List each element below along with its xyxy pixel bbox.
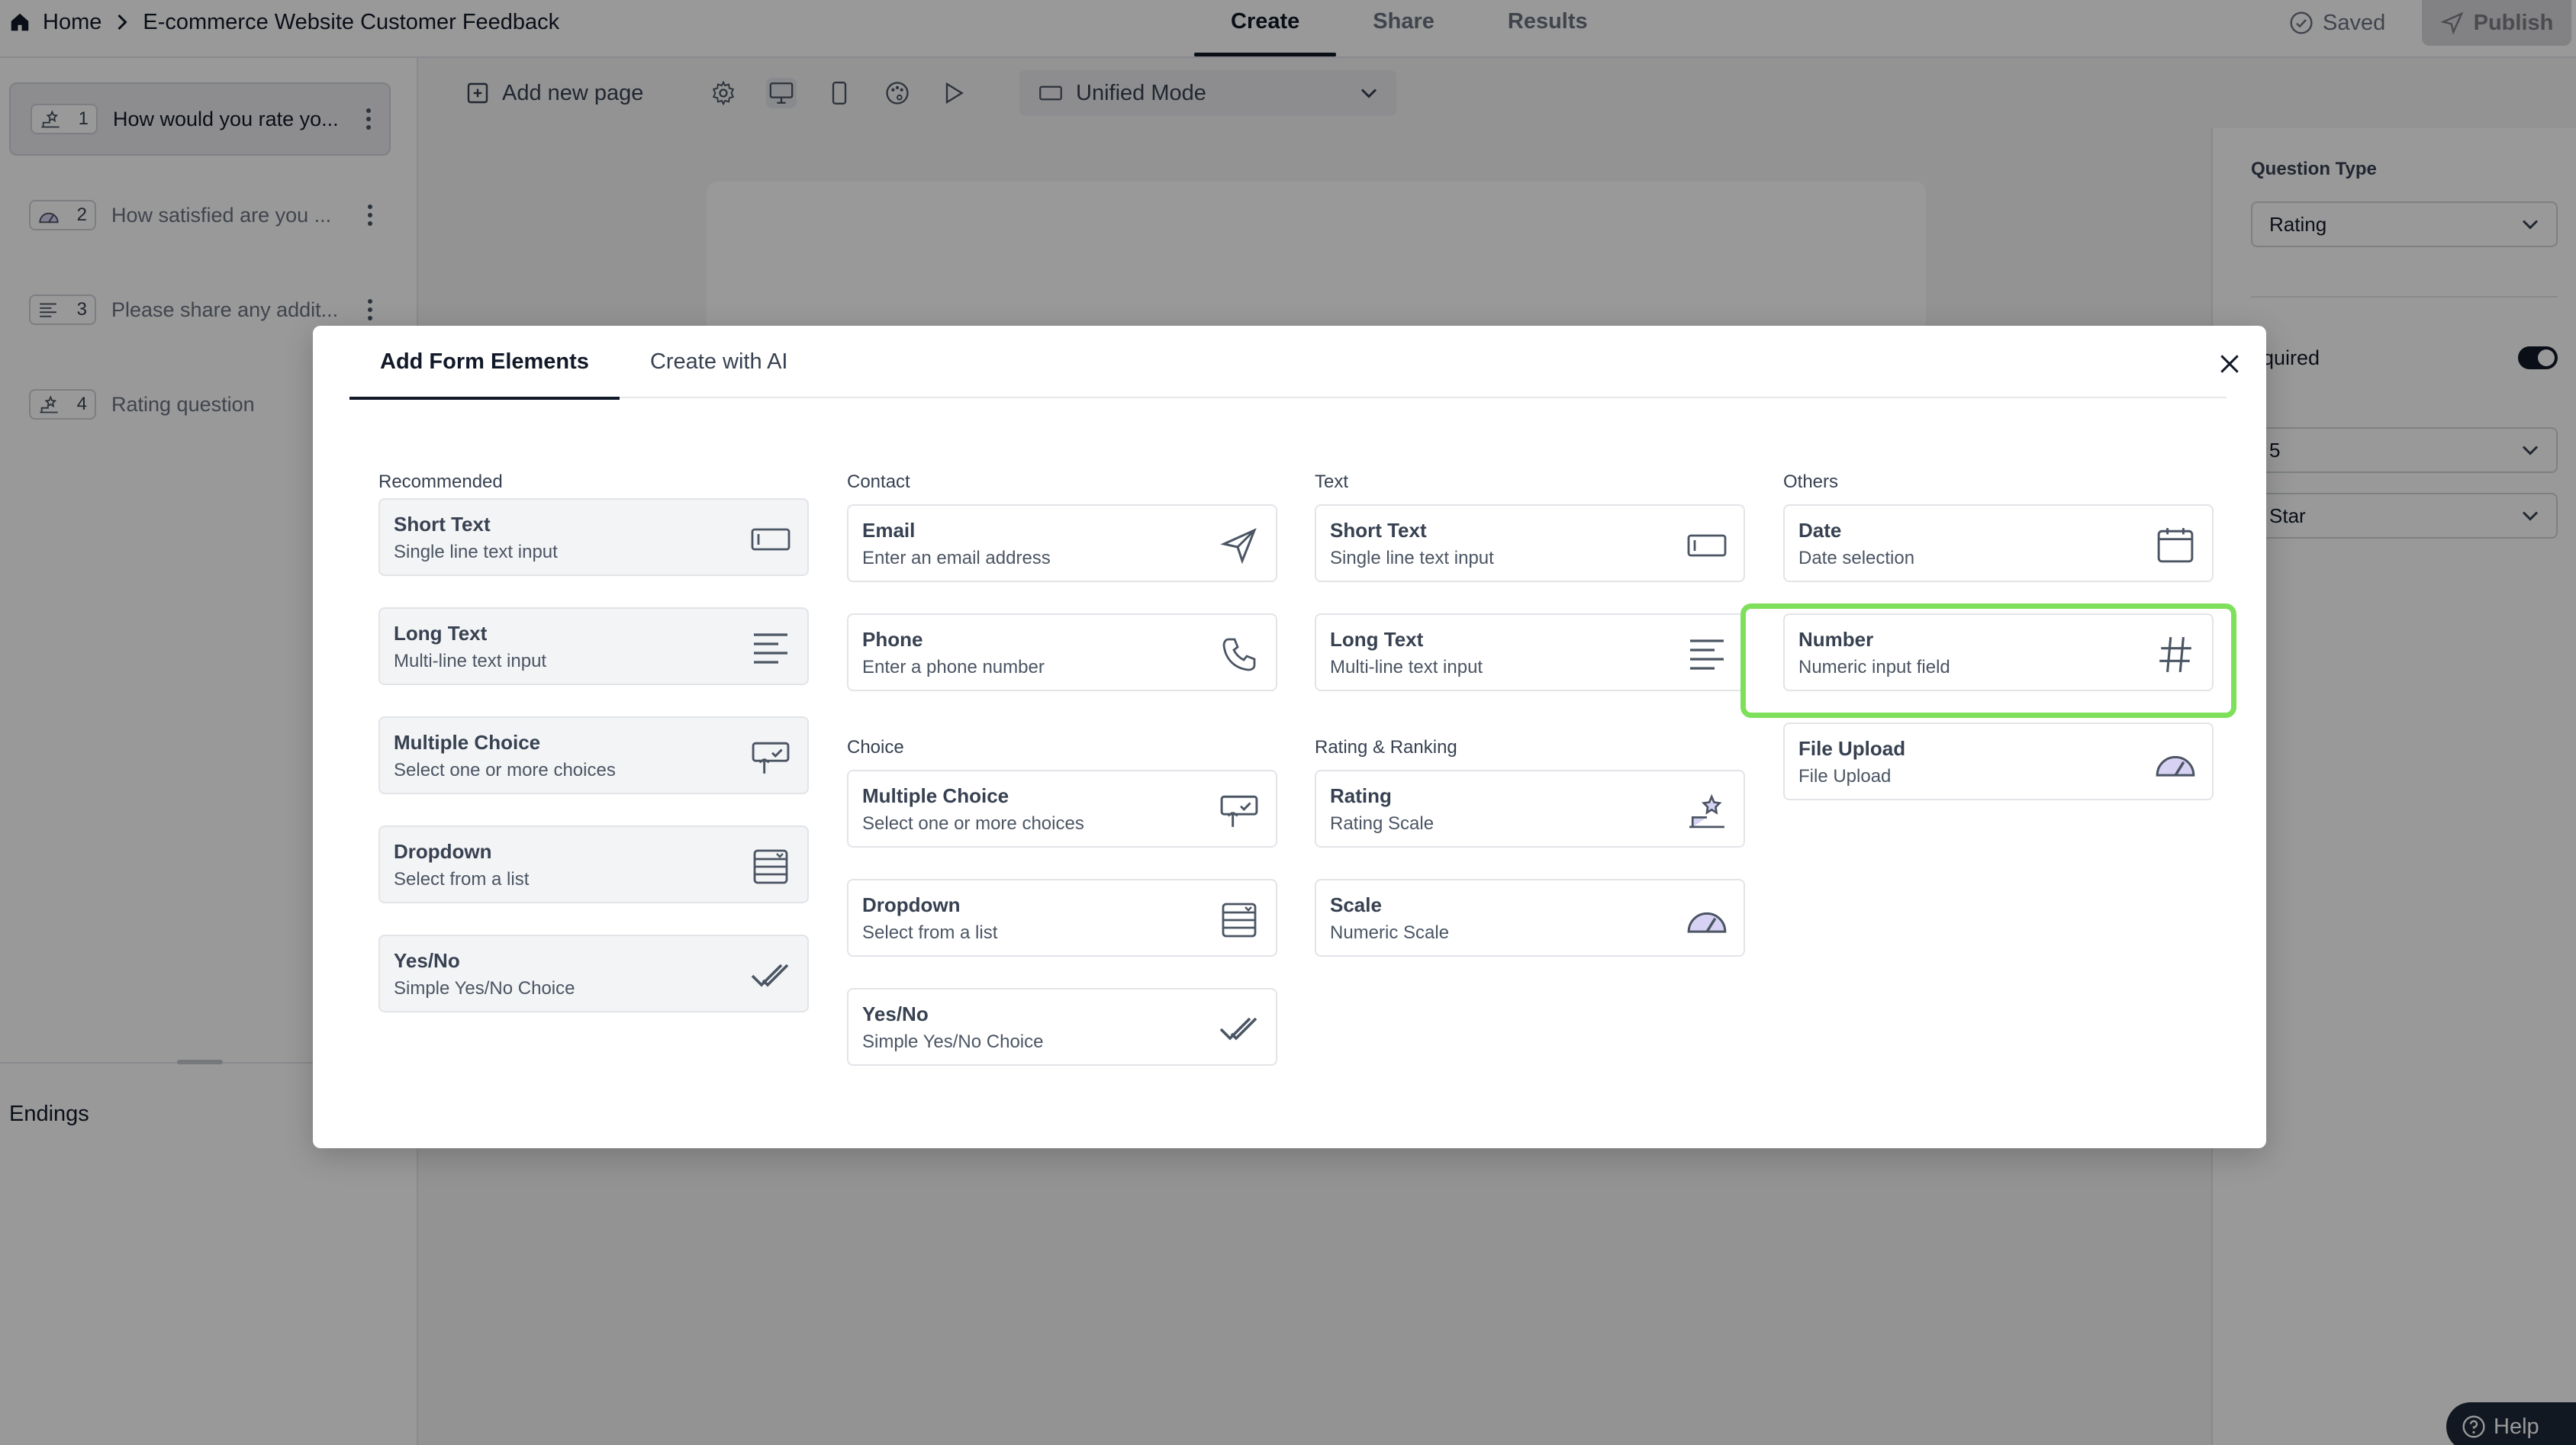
element-desc: Simple Yes/No Choice bbox=[862, 1031, 1044, 1052]
short-text-icon bbox=[1687, 526, 1727, 565]
column-title: Text bbox=[1315, 471, 1349, 492]
element-desc: Enter a phone number bbox=[862, 657, 1045, 677]
multiple-choice-icon bbox=[1219, 791, 1259, 831]
element-multiple-choice[interactable]: Multiple Choice Select one or more choic… bbox=[847, 770, 1277, 848]
element-title: Long Text bbox=[1330, 628, 1424, 651]
column-text: Text Short Text Single line text input L… bbox=[1315, 471, 1745, 957]
column-contact: Contact Email Enter an email address Pho… bbox=[847, 471, 1277, 1066]
element-title: Phone bbox=[862, 628, 923, 651]
element-title: Yes/No bbox=[862, 1002, 929, 1025]
email-icon bbox=[1219, 526, 1259, 565]
tab-create-with-ai[interactable]: Create with AI bbox=[620, 326, 819, 398]
scale-icon bbox=[2156, 744, 2195, 784]
element-desc: Enter an email address bbox=[862, 548, 1051, 568]
phone-icon bbox=[1219, 635, 1259, 674]
element-title: Multiple Choice bbox=[862, 784, 1009, 807]
column-title: Others bbox=[1783, 471, 1839, 492]
element-email[interactable]: Email Enter an email address bbox=[847, 504, 1277, 582]
element-date[interactable]: Date Date selection bbox=[1783, 504, 2214, 582]
element-scale[interactable]: Scale Numeric Scale bbox=[1315, 879, 1745, 957]
element-title: Multiple Choice bbox=[394, 731, 541, 754]
element-desc: Select one or more choices bbox=[394, 760, 616, 780]
element-title: Rating bbox=[1330, 784, 1392, 807]
calendar-icon bbox=[2156, 526, 2195, 565]
element-title: Email bbox=[862, 519, 916, 542]
element-long-text[interactable]: Long Text Multi-line text input bbox=[378, 607, 809, 685]
element-desc: Select one or more choices bbox=[862, 813, 1084, 834]
element-title: Yes/No bbox=[394, 949, 460, 972]
element-desc: Date selection bbox=[1798, 548, 1915, 568]
element-title: File Upload bbox=[1798, 737, 1906, 760]
element-dropdown[interactable]: Dropdown Select from a list bbox=[378, 825, 809, 903]
element-desc: Single line text input bbox=[1330, 548, 1494, 568]
long-text-icon bbox=[751, 629, 791, 668]
element-desc: File Upload bbox=[1798, 766, 1892, 787]
element-phone[interactable]: Phone Enter a phone number bbox=[847, 613, 1277, 691]
column-title: Contact bbox=[847, 471, 910, 492]
element-desc: Numeric Scale bbox=[1330, 922, 1450, 943]
column-others: Others Date Date selection Number Numeri… bbox=[1783, 471, 2214, 800]
element-title: Scale bbox=[1330, 893, 1382, 916]
element-desc: Multi-line text input bbox=[394, 651, 547, 671]
short-text-icon bbox=[751, 520, 791, 559]
tab-add-form-elements[interactable]: Add Form Elements bbox=[349, 326, 620, 400]
element-desc: Simple Yes/No Choice bbox=[394, 978, 575, 999]
multiple-choice-icon bbox=[751, 738, 791, 777]
element-dropdown[interactable]: Dropdown Select from a list bbox=[847, 879, 1277, 957]
long-text-icon bbox=[1687, 635, 1727, 674]
element-title: Long Text bbox=[394, 622, 488, 645]
element-title: Dropdown bbox=[862, 893, 961, 916]
element-short-text[interactable]: Short Text Single line text input bbox=[1315, 504, 1745, 582]
element-title: Date bbox=[1798, 519, 1842, 542]
scale-icon bbox=[1687, 900, 1727, 940]
column-subtitle: Choice bbox=[847, 737, 904, 758]
add-elements-modal: Add Form Elements Create with AI Recomme… bbox=[313, 326, 2266, 1148]
element-rating[interactable]: Rating Rating Scale bbox=[1315, 770, 1745, 848]
element-short-text[interactable]: Short Text Single line text input bbox=[378, 498, 809, 576]
column-title: Recommended bbox=[378, 471, 503, 492]
element-desc: Select from a list bbox=[394, 869, 530, 890]
rating-icon bbox=[1687, 791, 1727, 831]
element-desc: Multi-line text input bbox=[1330, 657, 1483, 677]
element-long-text[interactable]: Long Text Multi-line text input bbox=[1315, 613, 1745, 691]
column-recommended: Recommended Short Text Single line text … bbox=[378, 471, 809, 1012]
element-multiple-choice[interactable]: Multiple Choice Select one or more choic… bbox=[378, 716, 809, 794]
modal-tabs: Add Form Elements Create with AI bbox=[349, 326, 2227, 400]
element-title: Short Text bbox=[1330, 519, 1427, 542]
close-icon[interactable] bbox=[2214, 349, 2245, 379]
element-desc: Rating Scale bbox=[1330, 813, 1435, 834]
element-desc: Single line text input bbox=[394, 542, 558, 562]
element-yes-no[interactable]: Yes/No Simple Yes/No Choice bbox=[378, 935, 809, 1012]
yes-no-icon bbox=[1219, 1009, 1259, 1049]
element-title: Dropdown bbox=[394, 840, 492, 863]
dropdown-icon bbox=[751, 847, 791, 887]
element-file-upload[interactable]: File Upload File Upload bbox=[1783, 722, 2214, 800]
yes-no-icon bbox=[751, 956, 791, 996]
element-yes-no[interactable]: Yes/No Simple Yes/No Choice bbox=[847, 988, 1277, 1066]
selection-highlight bbox=[1740, 603, 2236, 718]
column-subtitle: Rating & Ranking bbox=[1315, 737, 1457, 758]
element-title: Short Text bbox=[394, 513, 491, 536]
element-desc: Select from a list bbox=[862, 922, 998, 943]
dropdown-icon bbox=[1219, 900, 1259, 940]
